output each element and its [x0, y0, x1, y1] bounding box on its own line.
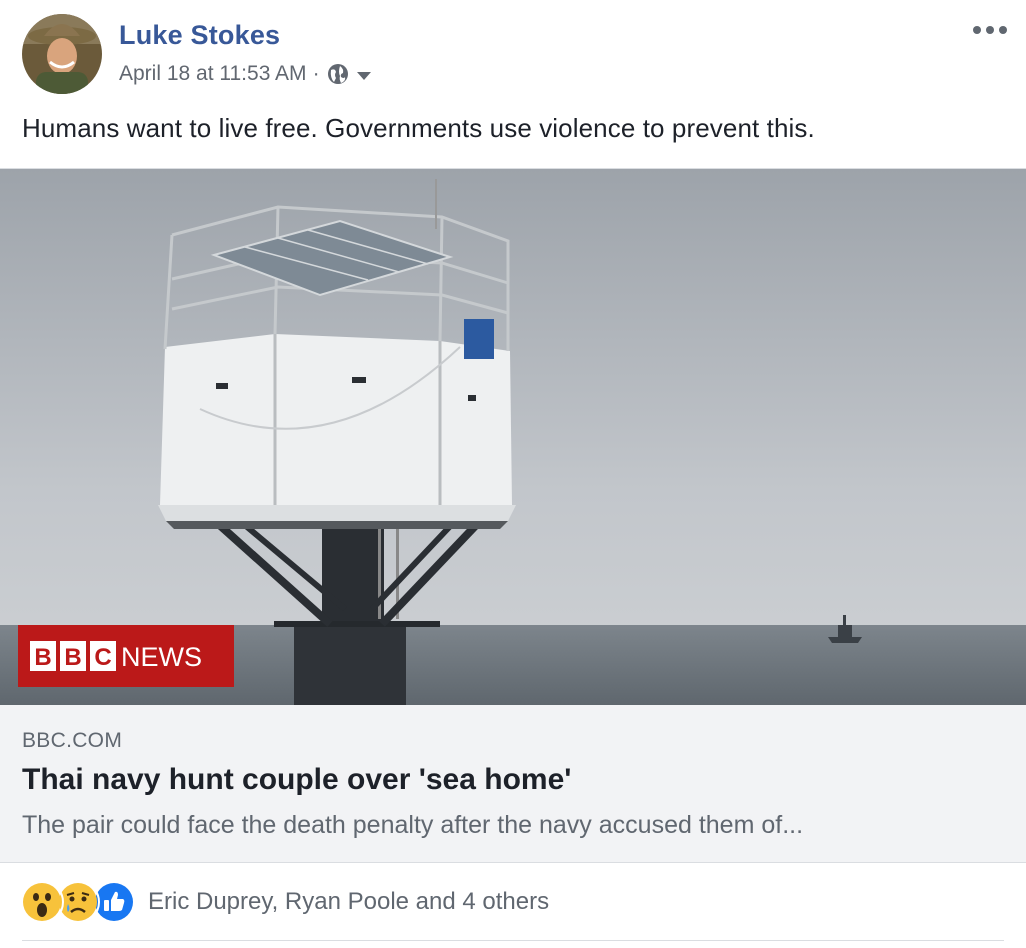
action-divider: [22, 940, 1004, 941]
author-name[interactable]: Luke Stokes: [119, 20, 280, 51]
avatar-photo: [22, 14, 102, 94]
link-preview[interactable]: B B C NEWS BBC.COM Thai navy hunt couple…: [0, 168, 1026, 863]
post-timestamp[interactable]: April 18 at 11:53 AM: [119, 62, 307, 86]
sea-home-photo: B B C NEWS: [0, 169, 1026, 705]
bbc-letter-b1: B: [34, 644, 51, 671]
author-avatar[interactable]: [22, 14, 102, 94]
reactions-bar[interactable]: Eric Duprey, Ryan Poole and 4 others: [20, 880, 549, 924]
link-domain: BBC.COM: [22, 729, 123, 752]
post-meta: April 18 at 11:53 AM ·: [119, 62, 372, 86]
post-text: Humans want to live free. Governments us…: [22, 113, 815, 143]
facebook-post: Luke Stokes April 18 at 11:53 AM · Human…: [0, 0, 1026, 948]
bbc-letter-c: C: [94, 644, 111, 671]
wow-reaction-icon[interactable]: [20, 880, 64, 924]
more-options-icon[interactable]: [972, 22, 1008, 38]
audience-dropdown-icon[interactable]: [356, 66, 372, 82]
reaction-summary[interactable]: Eric Duprey, Ryan Poole and 4 others: [148, 888, 549, 916]
bbc-letter-b2: B: [64, 644, 81, 671]
bbc-news-word: NEWS: [121, 642, 202, 672]
globe-icon[interactable]: [326, 62, 350, 86]
link-description: The pair could face the death penalty af…: [22, 811, 804, 839]
link-image[interactable]: B B C NEWS: [0, 169, 1026, 705]
link-info[interactable]: BBC.COM Thai navy hunt couple over 'sea …: [0, 705, 1026, 862]
link-title[interactable]: Thai navy hunt couple over 'sea home': [22, 763, 571, 797]
meta-separator: ·: [312, 62, 320, 85]
